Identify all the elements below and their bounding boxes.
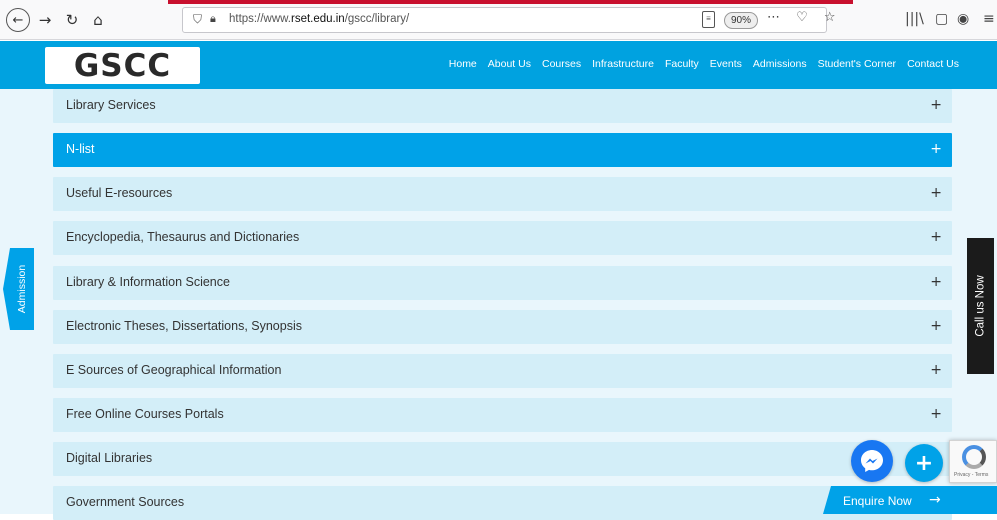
- zoom-level-badge[interactable]: 90%: [724, 12, 759, 29]
- messenger-icon: [861, 450, 883, 472]
- address-bar[interactable]: ⛉ 🔒︎ https://www.rset.edu.in/gscc/librar…: [182, 7, 836, 33]
- nav-courses[interactable]: Courses: [542, 58, 581, 70]
- accordion-item[interactable]: Government Sources: [53, 486, 952, 520]
- accordion-item-active[interactable]: N-list +: [53, 133, 952, 167]
- admission-side-tab[interactable]: Admission: [3, 248, 34, 330]
- expand-plus-icon[interactable]: +: [930, 97, 942, 113]
- nav-students-corner[interactable]: Student's Corner: [818, 58, 896, 70]
- plus-icon: +: [914, 450, 934, 476]
- expand-plus-icon[interactable]: +: [930, 185, 942, 201]
- expand-plus-icon[interactable]: +: [930, 229, 942, 245]
- menu-icon[interactable]: ≡: [983, 11, 995, 27]
- accordion-label: Government Sources: [66, 495, 185, 509]
- enquire-now-label: Enquire Now: [843, 494, 912, 508]
- nav-admissions[interactable]: Admissions: [753, 58, 807, 70]
- home-icon[interactable]: ⌂: [86, 8, 110, 32]
- accordion-item[interactable]: Free Online Courses Portals +: [53, 398, 952, 432]
- nav-events[interactable]: Events: [710, 58, 742, 70]
- accordion-label: Useful E-resources: [66, 186, 173, 200]
- lock-icon[interactable]: 🔒︎: [210, 12, 216, 26]
- recaptcha-badge[interactable]: Privacy - Terms: [949, 440, 997, 483]
- reader-view-icon[interactable]: ≡: [702, 11, 715, 28]
- back-icon[interactable]: ←: [6, 8, 30, 32]
- accordion-item[interactable]: Library & Information Science +: [53, 266, 952, 300]
- main-nav: Home About Us Courses Infrastructure Fac…: [438, 58, 959, 70]
- logo-text: GSCC: [73, 47, 172, 84]
- plus-fab-button[interactable]: +: [905, 444, 943, 482]
- expand-plus-icon[interactable]: +: [930, 141, 942, 157]
- accordion-label: E Sources of Geographical Information: [66, 363, 282, 377]
- accordion-label: Digital Libraries: [66, 451, 153, 465]
- nav-faculty[interactable]: Faculty: [665, 58, 699, 70]
- library-icon[interactable]: |||\: [905, 11, 924, 27]
- site-logo[interactable]: GSCC: [45, 47, 200, 84]
- accordion-label: Library & Information Science: [66, 275, 230, 289]
- reload-icon[interactable]: ↻: [60, 8, 84, 32]
- site-header: GSCC Home About Us Courses Infrastructur…: [0, 41, 997, 89]
- accordion-item[interactable]: Encyclopedia, Thesaurus and Dictionaries…: [53, 221, 952, 255]
- accordion-item[interactable]: Library Services +: [53, 89, 952, 123]
- messenger-chat-button[interactable]: [851, 440, 893, 482]
- nav-infrastructure[interactable]: Infrastructure: [592, 58, 654, 70]
- call-us-side-tab[interactable]: Call us Now: [967, 238, 994, 374]
- sidebar-icon[interactable]: ▢: [935, 11, 948, 27]
- url-text[interactable]: https://www.rset.edu.in/gscc/library/: [229, 13, 409, 25]
- page-actions-icons[interactable]: ⋯ ♡ ☆: [767, 10, 842, 25]
- expand-plus-icon[interactable]: +: [930, 406, 942, 422]
- nav-about-us[interactable]: About Us: [488, 58, 531, 70]
- accordion-item[interactable]: E Sources of Geographical Information +: [53, 354, 952, 388]
- recaptcha-privacy-terms[interactable]: Privacy - Terms: [954, 472, 988, 478]
- accordion-label: Library Services: [66, 98, 156, 112]
- accordion-item[interactable]: Digital Libraries: [53, 442, 952, 476]
- enquire-now-button[interactable]: Enquire Now →: [823, 486, 997, 514]
- accordion-label: N-list: [66, 142, 95, 156]
- accordion-item[interactable]: Electronic Theses, Dissertations, Synops…: [53, 310, 952, 344]
- account-icon[interactable]: ◉: [957, 11, 969, 27]
- accordion-label: Encyclopedia, Thesaurus and Dictionaries: [66, 230, 300, 244]
- arrow-right-icon: →: [929, 492, 941, 508]
- tracking-shield-icon[interactable]: ⛉: [193, 12, 202, 27]
- nav-home[interactable]: Home: [449, 58, 477, 70]
- accordion-label: Electronic Theses, Dissertations, Synops…: [66, 319, 302, 333]
- call-us-tab-label: Call us Now: [974, 275, 987, 337]
- expand-plus-icon[interactable]: +: [930, 274, 942, 290]
- recaptcha-icon: [962, 445, 986, 469]
- expand-plus-icon[interactable]: +: [930, 318, 942, 334]
- admission-tab-label: Admission: [16, 264, 28, 314]
- accordion-item[interactable]: Useful E-resources +: [53, 177, 952, 211]
- page-top-strip: [168, 0, 853, 4]
- accordion-label: Free Online Courses Portals: [66, 407, 224, 421]
- forward-icon[interactable]: →: [33, 8, 57, 32]
- expand-plus-icon[interactable]: +: [930, 362, 942, 378]
- browser-toolbar: ← → ↻ ⌂ ⛉ 🔒︎ https://www.rset.edu.in/gsc…: [0, 0, 997, 40]
- nav-contact-us[interactable]: Contact Us: [907, 58, 959, 70]
